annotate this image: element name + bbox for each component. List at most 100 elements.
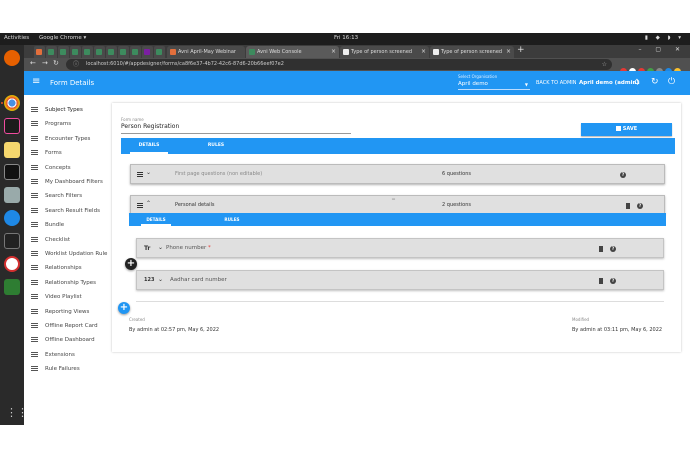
pinned-tab[interactable] xyxy=(46,46,57,58)
form-name-input[interactable]: Person Registration xyxy=(121,123,351,134)
reload-icon[interactable]: ↻ xyxy=(53,59,59,67)
pinned-tab[interactable] xyxy=(82,46,93,58)
address-bar[interactable]: ⓘ localhost:6010/#/appdesigner/forms/ca8… xyxy=(66,59,612,70)
files-icon[interactable] xyxy=(4,187,20,203)
close-icon[interactable]: × xyxy=(331,46,336,58)
system-monitor-icon[interactable] xyxy=(4,233,20,249)
trash-icon[interactable] xyxy=(599,278,603,284)
system-tray-icons[interactable]: ▮ ◆ ◗ ▾ xyxy=(645,35,684,41)
home-icon[interactable]: ⌂ xyxy=(634,77,640,87)
sidebar-item-subject-types[interactable]: Subject Types xyxy=(31,105,83,115)
pinned-tab[interactable] xyxy=(130,46,141,58)
browser-tab[interactable]: Type of person screened × xyxy=(430,46,514,58)
trash-icon[interactable] xyxy=(599,246,603,252)
trash-icon[interactable] xyxy=(626,203,630,209)
browser-tab[interactable]: Type of person screened × xyxy=(340,46,429,58)
group-title[interactable]: Personal details xyxy=(175,202,215,208)
sidebar-item-label: Rule Failures xyxy=(45,366,80,372)
pinned-tab[interactable] xyxy=(142,46,153,58)
sidebar-item-extensions[interactable]: Extensions xyxy=(31,350,75,360)
group-personal-details[interactable]: ⌃ Personal details 2 questions ═ ? xyxy=(130,195,665,215)
refresh-icon[interactable]: ↻ xyxy=(651,77,659,87)
pinned-tab[interactable] xyxy=(34,46,45,58)
help-icon[interactable]: ? xyxy=(610,246,616,252)
group-first-page[interactable]: ⌄ First page questions (non editable) 6 … xyxy=(130,164,665,184)
close-icon[interactable]: × xyxy=(506,46,511,58)
skype-icon[interactable] xyxy=(4,210,20,226)
browser-tab-active[interactable]: Avni Web Console × xyxy=(246,46,339,58)
hamburger-menu-icon[interactable]: ≡ xyxy=(32,77,40,87)
terminal-icon[interactable] xyxy=(4,164,20,180)
help-icon[interactable]: ? xyxy=(637,203,643,209)
bookmark-star-icon[interactable]: ☆ xyxy=(602,59,607,70)
save-button[interactable]: SAVE xyxy=(581,123,672,136)
tab-rules[interactable]: RULES xyxy=(197,138,235,154)
org-select[interactable]: April demo ▼ xyxy=(458,81,530,90)
sidebar-item-search-filters[interactable]: Search Filters xyxy=(31,191,82,201)
close-icon[interactable]: × xyxy=(421,46,426,58)
sidebar-item-rule-failures[interactable]: Rule Failures xyxy=(31,364,80,374)
pinned-tab[interactable] xyxy=(118,46,129,58)
sidebar-item-label: Subject Types xyxy=(45,107,83,113)
tab-details[interactable]: DETAILS xyxy=(130,138,168,154)
sidebar-item-concepts[interactable]: Concepts xyxy=(31,163,71,173)
tab-label: Avni Web Console xyxy=(257,49,302,55)
sidebar-item-relationships[interactable]: Relationships xyxy=(31,263,82,273)
pinned-tab[interactable] xyxy=(94,46,105,58)
app-menu[interactable]: Google Chrome ▾ xyxy=(39,35,86,41)
sidebar-item-programs[interactable]: Programs xyxy=(31,119,71,129)
browser-tab[interactable]: Avni April-May Webinar xyxy=(167,46,245,58)
window-controls[interactable]: – ▢ ✕ xyxy=(638,46,686,53)
sidebar-item-checklist[interactable]: Checklist xyxy=(31,235,70,245)
chevron-down-icon[interactable]: ⌄ xyxy=(158,276,163,283)
sidebar-item-offline-dashboard[interactable]: Offline Dashboard xyxy=(31,335,95,345)
back-arrow-icon[interactable]: ← xyxy=(30,59,36,67)
drag-handle-icon[interactable] xyxy=(137,172,143,177)
text-editor-icon[interactable] xyxy=(4,142,20,158)
sidebar-item-search-result-fields[interactable]: Search Result Fields xyxy=(31,206,100,216)
pinned-tab[interactable] xyxy=(106,46,117,58)
drag-handle-icon[interactable] xyxy=(137,203,143,208)
caret-down-icon: ▼ xyxy=(524,82,528,87)
help-icon[interactable]: ? xyxy=(620,172,626,178)
new-tab-button[interactable]: + xyxy=(517,45,525,55)
sidebar-item-my-dashboard-filters[interactable]: My Dashboard Filters xyxy=(31,177,103,187)
logout-icon[interactable]: ⏻ xyxy=(668,77,675,87)
intellij-icon[interactable] xyxy=(4,118,20,134)
activities-button[interactable]: Activities xyxy=(4,35,29,41)
forward-arrow-icon[interactable]: → xyxy=(42,59,48,67)
sidebar-item-encounter-types[interactable]: Encounter Types xyxy=(31,134,90,144)
question-name-text: Phone number xyxy=(166,245,207,251)
chevron-up-icon[interactable]: ⌃ xyxy=(146,200,151,207)
pinned-tab[interactable] xyxy=(154,46,165,58)
spreadsheet-icon[interactable] xyxy=(4,279,20,295)
back-to-admin-button[interactable]: BACK TO ADMIN xyxy=(536,80,577,86)
tab-favicon-icon xyxy=(170,49,176,55)
help-icon[interactable]: ? xyxy=(610,278,616,284)
sidebar-item-bundle[interactable]: Bundle xyxy=(31,220,64,230)
chevron-down-icon[interactable]: ⌄ xyxy=(146,169,151,176)
sidebar-item-offline-report-card[interactable]: Offline Report Card xyxy=(31,321,98,331)
pinned-tab[interactable] xyxy=(58,46,69,58)
sidebar-item-reporting-views[interactable]: Reporting Views xyxy=(31,307,89,317)
tab-group-details[interactable]: DETAILS xyxy=(141,213,171,226)
add-question-button[interactable]: + xyxy=(125,258,137,270)
sidebar-item-worklist-updation-rule[interactable]: Worklist Updation Rule xyxy=(31,249,107,259)
firefox-icon[interactable] xyxy=(4,50,20,66)
sidebar-item-relationship-types[interactable]: Relationship Types xyxy=(31,278,96,288)
chrome-icon[interactable] xyxy=(4,95,20,111)
list-icon xyxy=(31,165,38,170)
sidebar-item-video-playlist[interactable]: Video Playlist xyxy=(31,292,82,302)
add-group-button[interactable]: + xyxy=(118,302,130,314)
question-row-phone-number[interactable]: Tr ⌄ Phone number * ? xyxy=(136,238,664,258)
recorder-icon[interactable] xyxy=(4,256,20,272)
info-icon[interactable]: ⓘ xyxy=(73,59,79,70)
tab-group-rules[interactable]: RULES xyxy=(217,213,247,226)
question-row-aadhar-card-number[interactable]: 123 ⌄ Aadhar card number ? xyxy=(136,270,664,290)
sidebar-item-forms[interactable]: Forms xyxy=(31,148,62,158)
pinned-tab[interactable] xyxy=(70,46,81,58)
chevron-down-icon[interactable]: ⌄ xyxy=(158,244,163,251)
clock[interactable]: Fri 16:13 xyxy=(334,35,358,41)
show-applications-icon[interactable]: ⋮⋮ xyxy=(6,407,28,419)
list-icon xyxy=(31,136,38,141)
